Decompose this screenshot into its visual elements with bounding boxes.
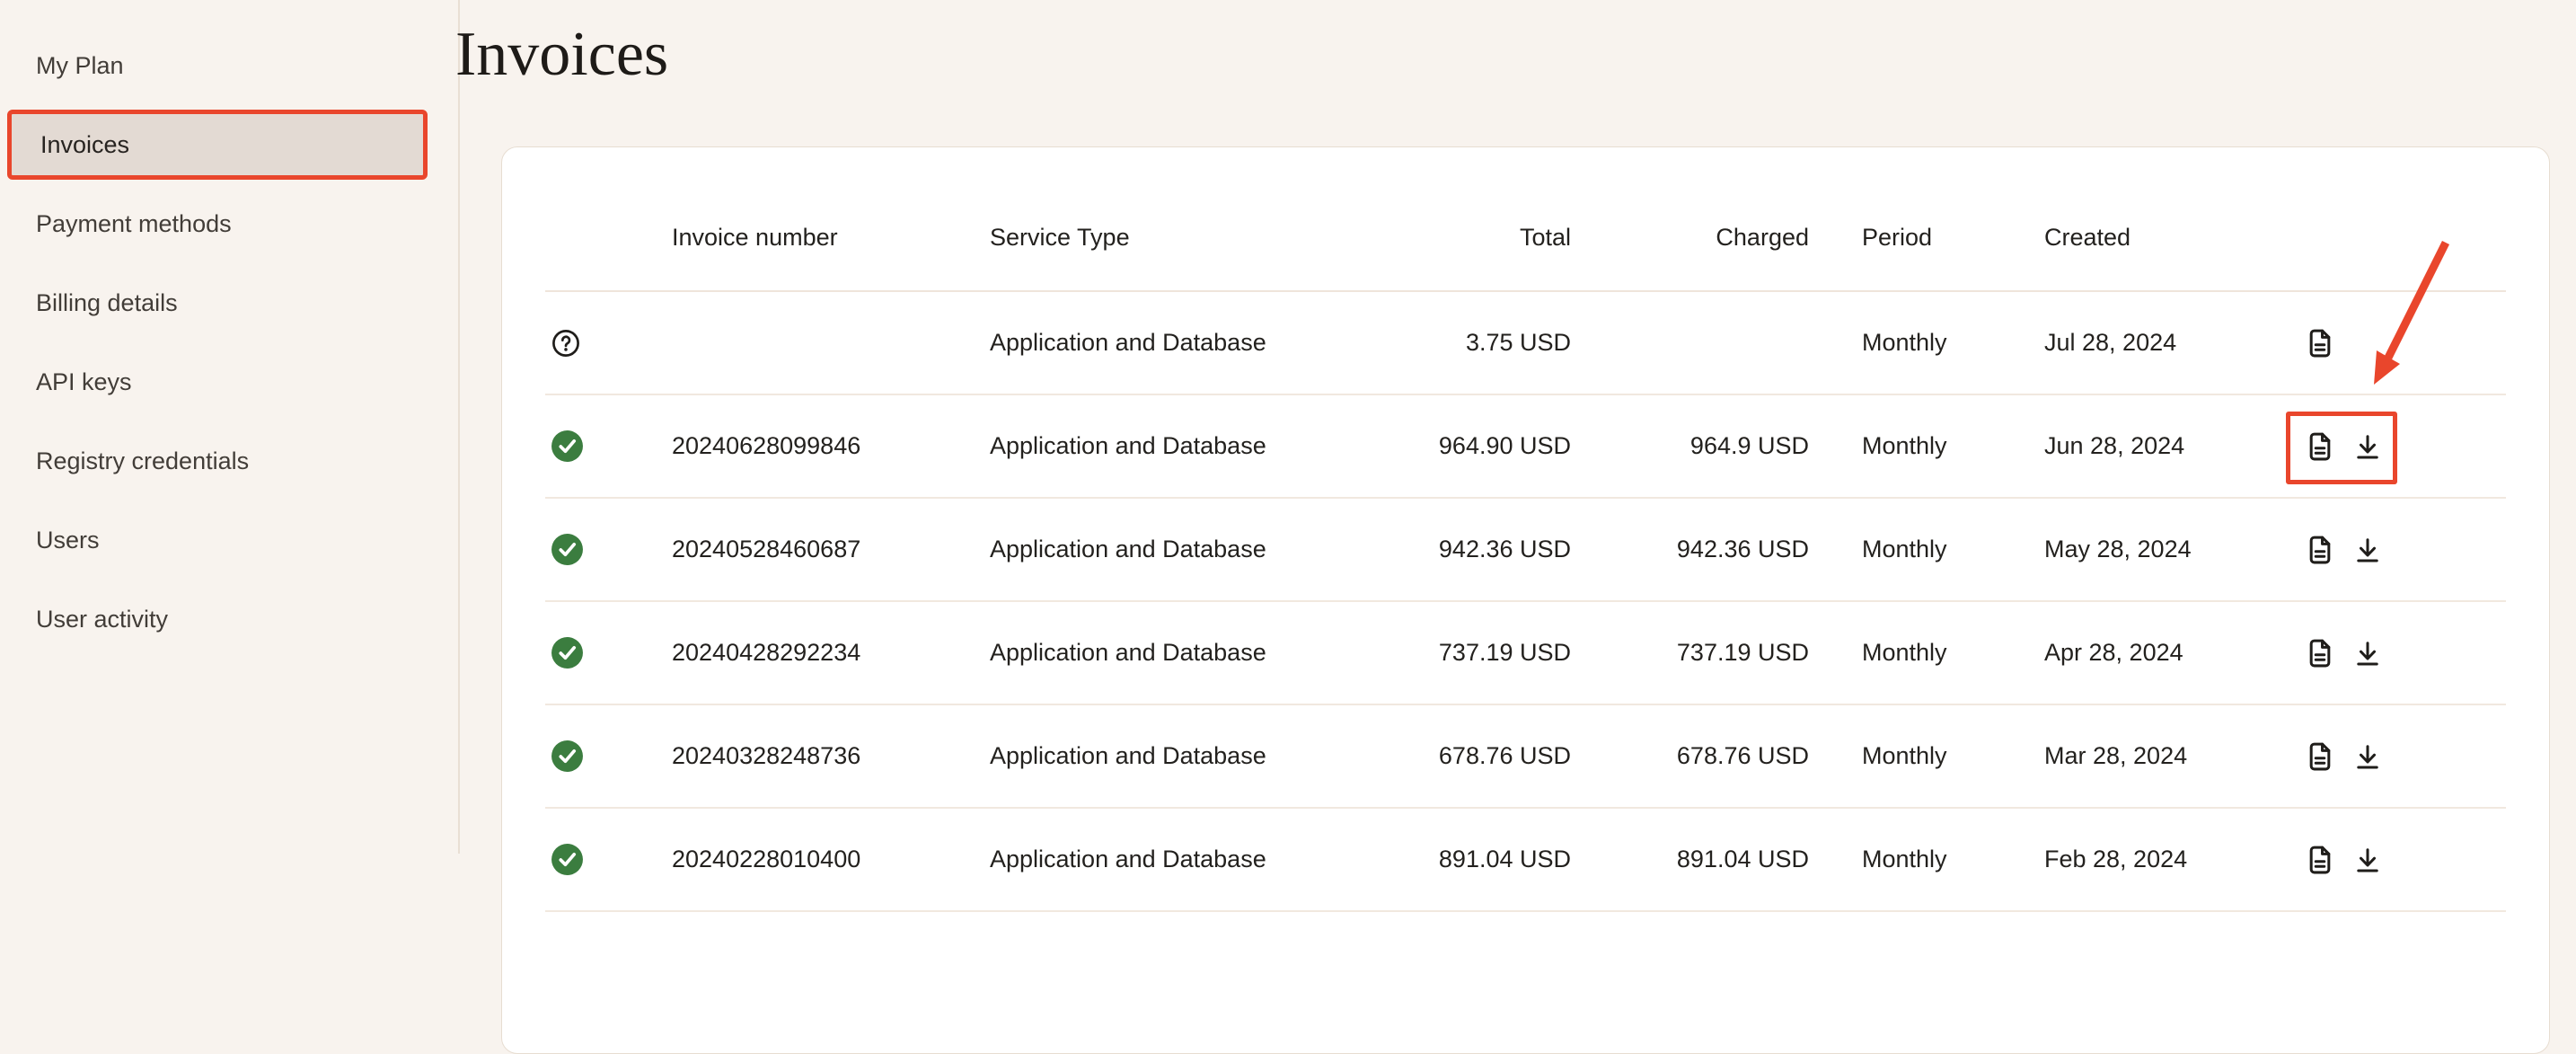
- cell-total: 737.19 USD: [1349, 639, 1571, 667]
- cell-created: May 28, 2024: [2044, 536, 2269, 563]
- sidebar-item-my-plan[interactable]: My Plan: [0, 26, 458, 105]
- cell-total: 964.90 USD: [1349, 432, 1571, 460]
- cell-total: 942.36 USD: [1349, 536, 1571, 563]
- sidebar-item-label: API keys: [36, 368, 132, 396]
- sidebar-item-registry-credentials[interactable]: Registry credentials: [0, 421, 458, 500]
- sidebar-item-label: Users: [36, 527, 100, 554]
- cell-service-type: Application and Database: [990, 329, 1349, 357]
- sidebar-item-api-keys[interactable]: API keys: [0, 342, 458, 421]
- cell-service-type: Application and Database: [990, 742, 1349, 770]
- cell-created: Mar 28, 2024: [2044, 742, 2269, 770]
- cell-invoice-number: 20240528460687: [672, 536, 990, 563]
- table-header-row: Invoice number Service Type Total Charge…: [545, 147, 2506, 292]
- table-row: 20240428292234 Application and Database …: [545, 602, 2506, 705]
- sidebar-item-user-activity[interactable]: User activity: [0, 580, 458, 659]
- cell-invoice-number: 20240228010400: [672, 846, 990, 873]
- table-row: 20240528460687 Application and Database …: [545, 499, 2506, 602]
- sidebar-item-users[interactable]: Users: [0, 500, 458, 580]
- question-circle-icon: [551, 328, 581, 359]
- header-period: Period: [1809, 224, 2044, 252]
- sidebar-item-invoices[interactable]: Invoices: [7, 110, 428, 180]
- cell-charged: 942.36 USD: [1571, 536, 1809, 563]
- cell-service-type: Application and Database: [990, 846, 1349, 873]
- cell-period: Monthly: [1809, 536, 2044, 563]
- document-icon[interactable]: [2303, 636, 2337, 670]
- cell-charged: 737.19 USD: [1571, 639, 1809, 667]
- cell-total: 3.75 USD: [1349, 329, 1571, 357]
- check-circle-icon: [551, 843, 584, 876]
- header-created: Created: [2044, 224, 2269, 252]
- check-circle-icon: [551, 533, 584, 566]
- cell-period: Monthly: [1809, 432, 2044, 460]
- header-invoice-number: Invoice number: [672, 224, 990, 252]
- cell-charged: 964.9 USD: [1571, 432, 1809, 460]
- sidebar-item-label: Billing details: [36, 289, 178, 317]
- cell-created: Apr 28, 2024: [2044, 639, 2269, 667]
- document-icon[interactable]: [2303, 533, 2337, 567]
- cell-total: 891.04 USD: [1349, 846, 1571, 873]
- cell-charged: 891.04 USD: [1571, 846, 1809, 873]
- check-circle-icon: [551, 636, 584, 669]
- cell-invoice-number: 20240328248736: [672, 742, 990, 770]
- cell-period: Monthly: [1809, 329, 2044, 357]
- cell-invoice-number: 20240628099846: [672, 432, 990, 460]
- sidebar-item-label: User activity: [36, 606, 168, 633]
- invoices-card: Invoice number Service Type Total Charge…: [501, 146, 2550, 1054]
- check-circle-icon: [551, 740, 584, 773]
- sidebar-item-label: My Plan: [36, 52, 124, 80]
- download-icon[interactable]: [2351, 844, 2384, 876]
- cell-period: Monthly: [1809, 846, 2044, 873]
- page-title: Invoices: [455, 20, 668, 89]
- cell-service-type: Application and Database: [990, 432, 1349, 460]
- header-total: Total: [1349, 224, 1571, 252]
- header-charged: Charged: [1571, 224, 1809, 252]
- cell-created: Jul 28, 2024: [2044, 329, 2269, 357]
- check-circle-icon: [551, 430, 584, 463]
- download-icon[interactable]: [2351, 740, 2384, 773]
- cell-total: 678.76 USD: [1349, 742, 1571, 770]
- cell-charged: 678.76 USD: [1571, 742, 1809, 770]
- table-row: 20240328248736 Application and Database …: [545, 705, 2506, 809]
- cell-service-type: Application and Database: [990, 639, 1349, 667]
- cell-invoice-number: 20240428292234: [672, 639, 990, 667]
- document-icon[interactable]: [2303, 740, 2337, 774]
- table-row: 20240228010400 Application and Database …: [545, 809, 2506, 912]
- sidebar-item-label: Registry credentials: [36, 447, 249, 475]
- cell-created: Jun 28, 2024: [2044, 432, 2269, 460]
- sidebar-item-label: Payment methods: [36, 210, 232, 238]
- header-service-type: Service Type: [990, 224, 1349, 252]
- document-icon[interactable]: [2303, 843, 2337, 877]
- cell-period: Monthly: [1809, 742, 2044, 770]
- sidebar-item-payment-methods[interactable]: Payment methods: [0, 184, 458, 263]
- billing-sidebar: My Plan Invoices Payment methods Billing…: [0, 0, 460, 854]
- download-icon[interactable]: [2351, 430, 2384, 463]
- sidebar-item-label: Invoices: [40, 131, 129, 159]
- sidebar-item-billing-details[interactable]: Billing details: [0, 263, 458, 342]
- download-icon[interactable]: [2351, 637, 2384, 669]
- cell-service-type: Application and Database: [990, 536, 1349, 563]
- cell-created: Feb 28, 2024: [2044, 846, 2269, 873]
- document-icon[interactable]: [2303, 326, 2337, 360]
- cell-period: Monthly: [1809, 639, 2044, 667]
- table-row: Application and Database 3.75 USD Monthl…: [545, 292, 2506, 395]
- document-icon[interactable]: [2303, 430, 2337, 464]
- table-row: 20240628099846 Application and Database …: [545, 395, 2506, 499]
- download-icon[interactable]: [2351, 534, 2384, 566]
